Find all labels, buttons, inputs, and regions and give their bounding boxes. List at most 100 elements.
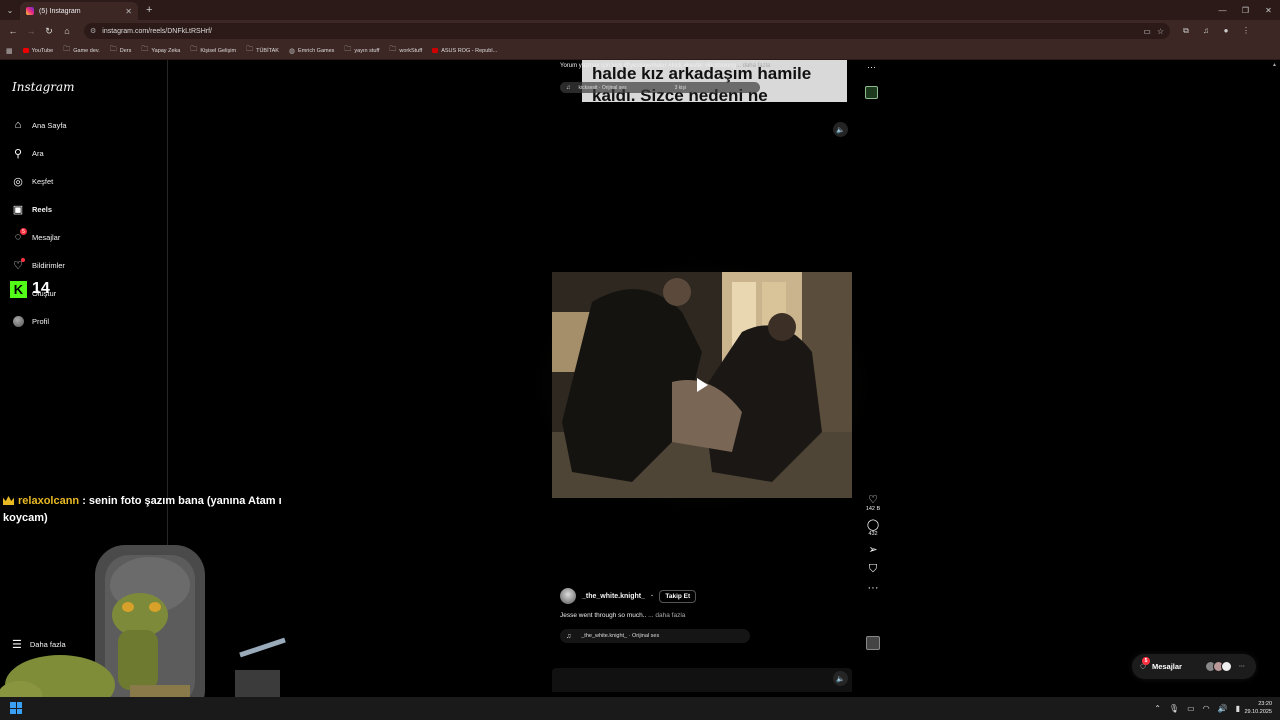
address-bar[interactable]: ⚙ instagram.com/reels/DNFkLtRSHrf/ ▭ ☆ [84,23,1170,39]
mute-icon[interactable]: 🔈 [833,671,848,686]
bookmarks-bar: ▦ YouTube 🗀 Game dev. 🗀 Ders 🗀 Yapay Zeka 🗀… [0,42,1280,60]
bookmark-tubitak[interactable]: 🗀 TÜBİTAK [246,45,279,56]
mute-icon[interactable]: 🔈 [833,122,848,137]
crown-icon [3,496,14,505]
streamer-avatar-overlay [0,545,286,720]
extensions-icon[interactable]: ⧉ [1178,26,1194,36]
bookmark-youtube[interactable]: YouTube [22,48,53,54]
windows-taskbar: ⌃ 🎙 ▭ ◠ 🔊 ▮ 23:20 29.10.2025 [0,697,1280,720]
forward-icon[interactable]: → [22,22,40,40]
folder-icon: 🗀 [344,46,352,53]
like-button[interactable]: ♡ 142 B [866,494,880,512]
tab-search-icon[interactable]: ⌄ [0,0,20,20]
comment-button[interactable]: ◯ 432 [867,519,879,537]
more-options-icon: ··· [1238,663,1245,670]
sidebar-item-reels[interactable]: ▣ Reels [12,203,52,216]
kick-viewer-count: 14 [32,280,50,297]
previous-reel[interactable]: halde kız arkadaşım hamile kaldı. Sizce … [552,60,852,104]
chat-username: relaxolcann [18,495,80,507]
reel-more-button[interactable]: ··· [868,582,879,594]
scroll-up-icon[interactable]: ▲ [1272,62,1277,70]
bookmark-workstuff[interactable]: 🗀 workStuff [389,45,422,56]
sidebar-item-messages[interactable]: ◌ 5 Mesajlar [12,228,60,243]
back-icon[interactable]: ← [4,22,22,40]
microphone-icon[interactable]: 🎙 [1169,704,1179,713]
previous-reel-audio[interactable]: ♫ kicksesit · Orijinal ses 3 kişi [560,82,760,93]
more-options-icon[interactable]: ··· [867,62,876,72]
wifi-icon[interactable]: ◠ [1203,704,1210,713]
windows-start-icon[interactable] [10,702,22,714]
reel-video[interactable] [552,272,852,498]
taskbar-clock[interactable]: 23:20 29.10.2025 [1244,700,1272,716]
messenger-icon: ◌ 5 [1140,657,1150,672]
tab-title: (5) Instagram [39,7,81,15]
profile-icon[interactable]: ● [1218,26,1234,36]
next-reel-preview[interactable] [552,668,852,692]
reel-author-row: _the_white.knight_ · Takip Et [560,588,697,604]
kick-viewer-overlay: K 14 [10,280,50,298]
site-info-icon[interactable]: ⚙ [90,27,96,35]
browser-toolbar: ← → ↻ ⌂ ⚙ instagram.com/reels/DNFkLtRSHr… [0,20,1280,42]
system-tray: ⌃ 🎙 ▭ ◠ 🔊 ▮ [1154,697,1240,720]
music-icon: ♫ [566,632,572,640]
apps-icon[interactable]: ▦ [6,47,13,55]
youtube-icon [22,48,29,53]
restore-icon[interactable]: ❐ [1234,0,1257,20]
bookmark-yapay-zeka[interactable]: 🗀 Yapay Zeka [141,45,180,56]
follow-button[interactable]: Takip Et [659,589,697,603]
previous-reel-actions: ··· [865,62,878,99]
folder-icon: 🗀 [63,46,71,53]
reload-icon[interactable]: ↻ [40,22,58,40]
bookmark-star-icon[interactable]: ☆ [1157,27,1164,36]
browser-menu-icon[interactable]: ⋮ [1238,26,1254,36]
more-link[interactable]: ... daha fazla [736,63,770,69]
audio-thumbnail[interactable] [865,86,878,99]
audio-thumbnail[interactable] [866,636,880,650]
music-icon: ♫ [566,84,571,91]
home-browser-icon[interactable]: ⌂ [58,22,76,40]
heart-icon: ♡ [868,494,878,506]
bookmark-game-dev[interactable]: 🗀 Game dev. [63,45,100,56]
cast-icon[interactable]: ▭ [1143,27,1151,36]
more-link[interactable]: ... daha fazla [646,612,685,619]
instagram-logo[interactable]: Instagram [12,80,75,94]
author-avatar[interactable] [560,588,576,604]
folder-icon: 🗀 [246,46,254,53]
previous-reel-caption: Yorum yazmak için kick @yenisiyemeler #k… [560,63,771,69]
new-tab-icon[interactable]: + [146,4,152,16]
play-icon[interactable] [697,378,708,392]
bookmark-asus-rog[interactable]: ASUS ROG - Republ... [432,48,497,54]
sidebar-item-profile[interactable]: Profil [12,315,49,327]
bookmark-emrich-games[interactable]: ◍ Emrich Games [289,47,334,55]
save-button[interactable]: ⛉ [869,563,877,575]
messages-badge: 5 [1141,657,1150,665]
avatar-icon [12,315,24,327]
sidebar-item-notifications[interactable]: ♡ Bildirimler [12,258,65,272]
bookmark-kisisel-gelisim[interactable]: 🗀 Kişisel Gelişim [190,45,236,56]
minimize-icon[interactable]: — [1211,0,1234,20]
bookmark-ders[interactable]: 🗀 Ders [110,45,132,56]
volume-icon[interactable]: 🔊 [1218,704,1228,713]
close-window-icon[interactable]: ✕ [1257,0,1280,20]
folder-icon: 🗀 [190,46,198,53]
reel-audio[interactable]: ♫ _the_white.knight_ · Orijinal ses [560,629,750,643]
bookmark-yayin-stuff[interactable]: 🗀 yayın stuff [344,45,379,56]
network-icon[interactable]: ▭ [1187,704,1195,713]
chat-message: relaxolcann : senin foto şazım bana (yan… [3,493,288,527]
close-tab-icon[interactable]: ✕ [125,7,132,16]
battery-icon[interactable]: ▮ [1236,704,1240,713]
rog-icon [432,48,439,53]
sidebar-item-home[interactable]: ⌂ Ana Sayfa [12,119,67,131]
chevron-up-icon[interactable]: ⌃ [1154,704,1161,713]
browser-tab[interactable]: (5) Instagram ✕ [20,2,138,20]
author-username[interactable]: _the_white.knight_ [582,593,645,600]
sidebar-item-explore[interactable]: ◎ Keşfet [12,175,53,188]
more-options-icon: ··· [867,582,879,594]
comment-icon: ◯ [866,519,880,531]
sidebar-item-search[interactable]: ⚲ Ara [12,147,44,160]
messages-pill[interactable]: ◌ 5 Mesajlar ··· [1132,654,1256,679]
media-icon[interactable]: ♫ [1198,26,1214,36]
globe-icon: ◍ [288,47,296,55]
share-button[interactable]: ➢ [868,544,877,556]
messenger-icon: ◌ 5 [12,228,27,243]
